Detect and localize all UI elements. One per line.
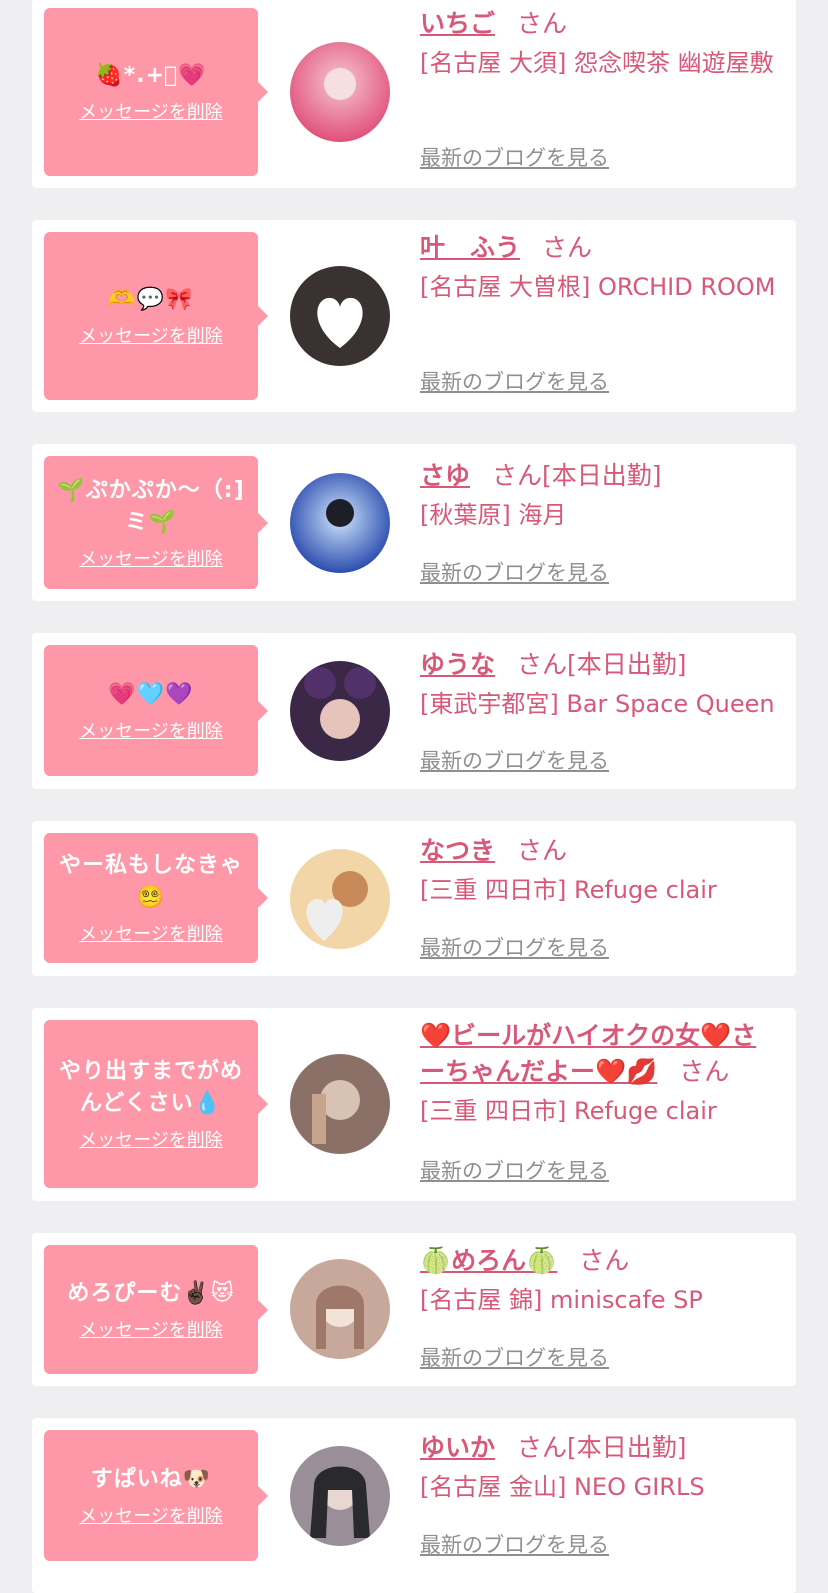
avatar[interactable]: [290, 1054, 390, 1154]
attendance-status: [本日出勤]: [567, 1433, 687, 1462]
latest-blog-link[interactable]: 最新のブログを見る: [420, 932, 609, 962]
latest-blog-link[interactable]: 最新のブログを見る: [420, 1529, 609, 1559]
honorific: さん: [492, 461, 543, 490]
latest-blog-link[interactable]: 最新のブログを見る: [420, 557, 609, 587]
delete-message-link[interactable]: メッセージを削除: [79, 1126, 223, 1152]
delete-message-link[interactable]: メッセージを削除: [79, 98, 223, 124]
message-bubble: すぱいね🐶 メッセージを削除: [44, 1430, 268, 1561]
message-bubble: 💗🩵💜 メッセージを削除: [44, 645, 268, 776]
cast-name-link[interactable]: 🍈めろん🍈: [420, 1246, 557, 1275]
message-text: やー私もしなきゃ😵‍💫: [58, 853, 243, 910]
cast-info: なつき さん [三重 四日市] Refuge clair: [420, 833, 780, 909]
delete-message-link[interactable]: メッセージを削除: [79, 545, 223, 571]
message-card: めろぴーむ✌🏿😻 メッセージを削除 🍈めろん🍈 さん [名古屋 錦] minisc…: [32, 1233, 796, 1386]
avatar[interactable]: [290, 1259, 390, 1359]
message-text: めろぴーむ✌🏿😻: [67, 1280, 235, 1306]
cast-name-link[interactable]: 叶 ふう: [420, 233, 520, 262]
cast-info: ゆいか さん[本日出勤] [名古屋 金山] NEO GIRLS: [420, 1430, 780, 1506]
message-bubble: やー私もしなきゃ😵‍💫 メッセージを削除: [44, 833, 268, 963]
message-card: 🌱ぷかぷか〜（:]ミ🌱 メッセージを削除 さゆ さん[本日出勤] [秋葉原] 海月…: [32, 444, 796, 601]
shop-name: [秋葉原] 海月: [420, 501, 567, 529]
message-card: 🫶💬🎀 メッセージを削除 叶 ふう さん [名古屋 大曽根] ORCHID ROO…: [32, 220, 796, 412]
message-bubble: 🌱ぷかぷか〜（:]ミ🌱 メッセージを削除: [44, 456, 268, 589]
attendance-status: [本日出勤]: [567, 650, 687, 679]
message-text: 🍓*.+ﾟ💗: [95, 63, 207, 88]
message-bubble: めろぴーむ✌🏿😻 メッセージを削除: [44, 1245, 268, 1374]
avatar[interactable]: [290, 473, 390, 573]
honorific: さん: [517, 9, 568, 38]
cast-name-link[interactable]: ゆうな: [420, 650, 495, 679]
cast-info: 🍈めろん🍈 さん [名古屋 錦] miniscafe SP: [420, 1243, 780, 1319]
shop-name: [名古屋 錦] miniscafe SP: [420, 1286, 703, 1314]
shop-name: [東武宇都宮] Bar Space Queen: [420, 690, 775, 718]
message-text: やり出すまでがめんどくさい💧: [58, 1059, 243, 1116]
message-card: 🍓*.+ﾟ💗 メッセージを削除 いちご さん [名古屋 大須] 怨念喫茶 幽遊屋敷…: [32, 0, 796, 188]
shop-name: [名古屋 金山] NEO GIRLS: [420, 1473, 705, 1501]
message-text: 💗🩵💜: [108, 681, 194, 707]
latest-blog-link[interactable]: 最新のブログを見る: [420, 1342, 609, 1372]
cast-info: ❤️ビールがハイオクの女❤️さーちゃんだよー❤️💋 さん [三重 四日市] Ref…: [420, 1018, 780, 1130]
cast-info: さゆ さん[本日出勤] [秋葉原] 海月: [420, 458, 780, 534]
shop-name: [三重 四日市] Refuge clair: [420, 876, 717, 904]
cast-info: いちご さん [名古屋 大須] 怨念喫茶 幽遊屋敷: [420, 6, 780, 82]
honorific: さん: [542, 233, 593, 262]
message-bubble: やり出すまでがめんどくさい💧 メッセージを削除: [44, 1020, 268, 1188]
latest-blog-link[interactable]: 最新のブログを見る: [420, 1155, 609, 1185]
avatar[interactable]: [290, 266, 390, 366]
attendance-status: [本日出勤]: [542, 461, 662, 490]
latest-blog-link[interactable]: 最新のブログを見る: [420, 745, 609, 775]
delete-message-link[interactable]: メッセージを削除: [79, 322, 223, 348]
latest-blog-link[interactable]: 最新のブログを見る: [420, 142, 609, 172]
cast-name-link[interactable]: ゆいか: [420, 1433, 495, 1462]
message-card: すぱいね🐶 メッセージを削除 ゆいか さん[本日出勤] [名古屋 金山] NEO …: [32, 1418, 796, 1593]
message-card: 💗🩵💜 メッセージを削除 ゆうな さん[本日出勤] [東武宇都宮] Bar Spa…: [32, 633, 796, 789]
message-text: 🫶💬🎀: [108, 287, 194, 312]
avatar[interactable]: [290, 661, 390, 761]
delete-message-link[interactable]: メッセージを削除: [79, 1502, 223, 1528]
cast-info: 叶 ふう さん [名古屋 大曽根] ORCHID ROOM: [420, 230, 780, 306]
latest-blog-link[interactable]: 最新のブログを見る: [420, 366, 609, 396]
cast-info: ゆうな さん[本日出勤] [東武宇都宮] Bar Space Queen: [420, 647, 780, 723]
avatar[interactable]: [290, 849, 390, 949]
honorific: さん: [579, 1246, 630, 1275]
shop-name: [名古屋 大曽根] ORCHID ROOM: [420, 273, 776, 301]
message-card: やり出すまでがめんどくさい💧 メッセージを削除 ❤️ビールがハイオクの女❤️さー…: [32, 1008, 796, 1201]
avatar[interactable]: [290, 42, 390, 142]
delete-message-link[interactable]: メッセージを削除: [79, 1316, 223, 1342]
cast-name-link[interactable]: いちご: [420, 9, 495, 38]
delete-message-link[interactable]: メッセージを削除: [79, 717, 223, 743]
avatar[interactable]: [290, 1446, 390, 1546]
honorific: さん: [679, 1057, 730, 1086]
honorific: さん: [517, 1433, 568, 1462]
message-text: すぱいね🐶: [90, 1466, 212, 1492]
shop-name: [名古屋 大須] 怨念喫茶 幽遊屋敷: [420, 49, 774, 77]
cast-name-link[interactable]: さゆ: [420, 461, 470, 490]
message-text: 🌱ぷかぷか〜（:]ミ🌱: [57, 477, 245, 535]
honorific: さん: [517, 836, 568, 865]
honorific: さん: [517, 650, 568, 679]
cast-name-link[interactable]: なつき: [420, 836, 495, 865]
message-card: やー私もしなきゃ😵‍💫 メッセージを削除 なつき さん [三重 四日市] Refu…: [32, 821, 796, 976]
message-bubble: 🍓*.+ﾟ💗 メッセージを削除: [44, 8, 268, 176]
shop-name: [三重 四日市] Refuge clair: [420, 1097, 717, 1125]
delete-message-link[interactable]: メッセージを削除: [79, 920, 223, 946]
message-bubble: 🫶💬🎀 メッセージを削除: [44, 232, 268, 400]
